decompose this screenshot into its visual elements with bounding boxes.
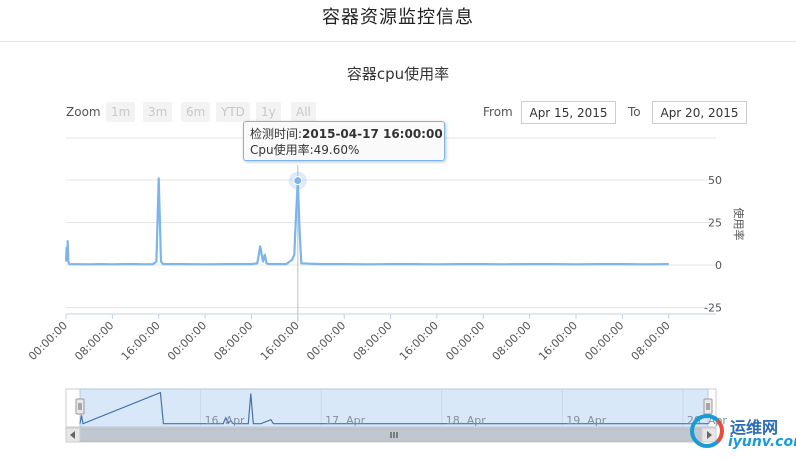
y-axis-title: 使用率 (732, 208, 746, 241)
x-tick-label-3: 00:00:00 (165, 319, 209, 363)
navigator[interactable]: 16. Apr 17. Apr 18. Apr 19. Apr 20. Apr (65, 388, 727, 428)
navigator-left-handle[interactable] (75, 398, 85, 415)
cpu-usage-chart: 50250-25 使用率 00:00:00 08:00:00 16:00:00 00:… (26, 137, 746, 443)
tooltip-cpu-row: Cpu使用率:49.60% (250, 142, 438, 158)
navigator-label-3: 19. Apr (566, 414, 606, 427)
y-tick-label-2: 0 (715, 259, 722, 272)
tooltip-cpu-label: Cpu使用率: (250, 143, 314, 157)
grid-lines (66, 137, 716, 308)
tooltip-time-label: 检测时间: (250, 127, 303, 141)
site-watermark: 运维网 iyunv.com (690, 412, 796, 457)
cpu-usage-series-line (64, 177, 669, 266)
x-tick-label-2: 16:00:00 (119, 319, 163, 363)
x-tick-label-0: 00:00:00 (26, 319, 70, 363)
data-tooltip: 检测时间:2015-04-17 16:00:00 Cpu使用率:49.60% (243, 121, 445, 161)
x-axis-ticks: 00:00:00 08:00:00 16:00:00 00:00:00 08:00:00… (26, 314, 673, 363)
x-tick-label-7: 08:00:00 (351, 319, 395, 363)
x-tick-label-9: 00:00:00 (443, 319, 487, 363)
navigator-label-1: 17. Apr (325, 414, 365, 427)
y-tick-label-3: -25 (704, 302, 722, 315)
x-tick-label-11: 16:00:00 (536, 319, 580, 363)
navigator-label-0: 16. Apr (205, 414, 245, 427)
navigator-selected-range[interactable] (79, 388, 709, 428)
x-tick-label-8: 16:00:00 (397, 319, 441, 363)
tooltip-time-value: 2015-04-17 16:00:00 (302, 127, 443, 141)
scroll-left-button[interactable] (65, 427, 81, 443)
scrollbar[interactable] (65, 427, 717, 443)
x-tick-label-6: 00:00:00 (304, 319, 348, 363)
x-tick-label-1: 08:00:00 (72, 319, 116, 363)
y-axis-labels: 50 25 0 -25 (704, 174, 722, 315)
hover-point-marker[interactable] (293, 176, 303, 186)
navigator-label-2: 18. Apr (446, 414, 486, 427)
x-tick-label-5: 16:00:00 (258, 319, 302, 363)
x-tick-label-13: 08:00:00 (629, 319, 673, 363)
watermark-line-2: iyunv.com (728, 434, 796, 450)
x-tick-label-10: 08:00:00 (490, 319, 534, 363)
watermark-logo-icon (690, 414, 724, 448)
x-tick-label-12: 00:00:00 (582, 319, 626, 363)
x-tick-label-4: 08:00:00 (211, 319, 255, 363)
y-tick-label-1: 25 (708, 217, 722, 230)
tooltip-time-row: 检测时间:2015-04-17 16:00:00 (250, 126, 443, 142)
tooltip-cpu-value: 49.60% (313, 143, 360, 157)
y-tick-label-0: 50 (708, 174, 722, 187)
